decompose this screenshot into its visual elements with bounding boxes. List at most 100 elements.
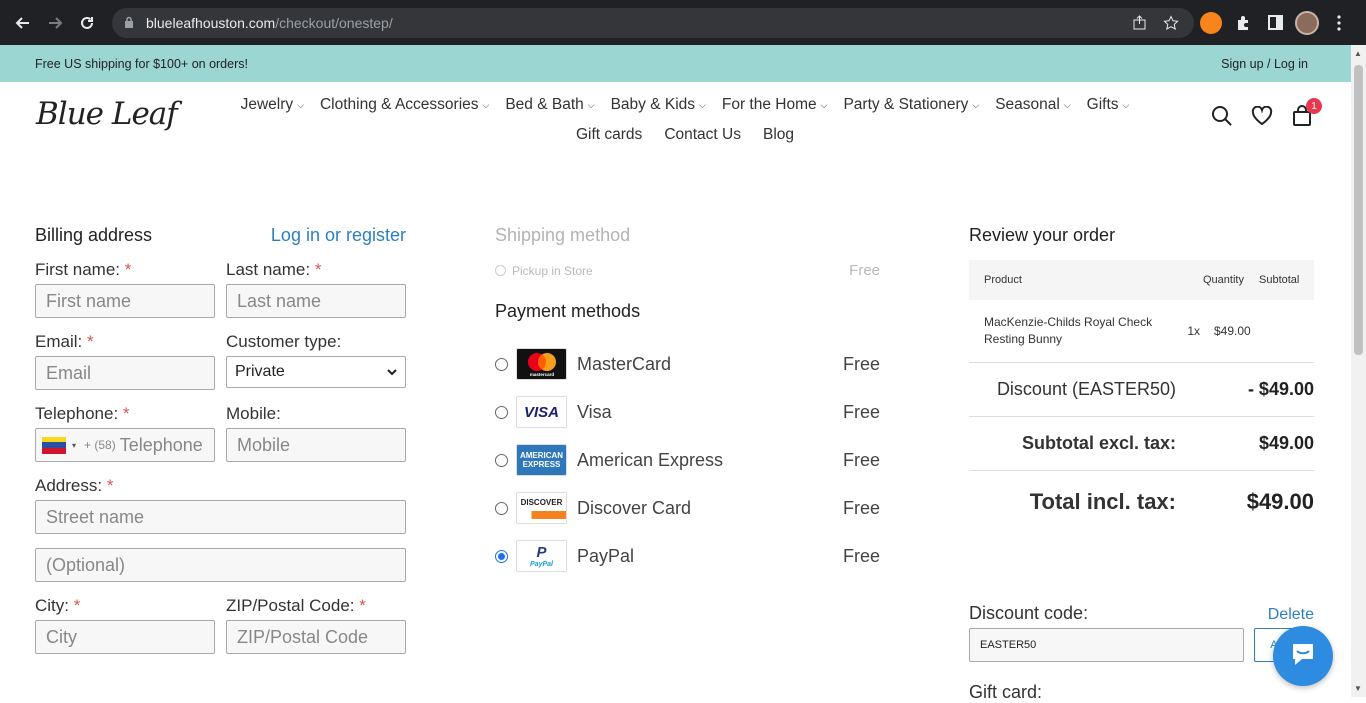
nav-jewelry[interactable]: Jewelry ⌵ — [233, 90, 312, 120]
chevron-down-icon: ⌵ — [1122, 100, 1130, 110]
telephone-placeholder: Telephone — [119, 434, 203, 455]
item-name[interactable]: MacKenzie-Childs Royal Check Resting Bun… — [984, 314, 1174, 348]
chevron-down-icon: ⌵ — [699, 100, 706, 110]
extensions-puzzle-icon[interactable] — [1228, 8, 1258, 38]
payment-option-mastercard[interactable]: mastercard MasterCard Free — [495, 340, 880, 388]
email-input[interactable]: Email — [35, 356, 215, 390]
page-scrollbar[interactable]: ▲ ▼ — [1351, 45, 1366, 697]
checkout-content: Billing address Log in or register First… — [0, 157, 1351, 702]
bookmark-star-icon[interactable] — [1160, 14, 1182, 31]
telephone-input[interactable]: ▾ + (58) Telephone — [35, 428, 215, 462]
shipping-option-pickup[interactable]: Pickup in Store Free — [495, 262, 880, 279]
signup-login-link[interactable]: Sign up / Log in — [1221, 57, 1308, 71]
payment-price: Free — [842, 497, 880, 518]
header-actions: 1 — [1210, 98, 1322, 128]
mobile-input[interactable]: Mobile — [226, 428, 406, 462]
scrollbar-thumb[interactable] — [1354, 65, 1363, 355]
address-bar[interactable]: blueleafhouston.com/checkout/onestep/ — [112, 7, 1194, 38]
payment-price: Free — [842, 449, 880, 470]
nav-bed-bath[interactable]: Bed & Bath ⌵ — [497, 90, 602, 120]
first-name-input[interactable]: First name — [35, 284, 215, 318]
nav-seasonal[interactable]: Seasonal ⌵ — [987, 90, 1078, 120]
mobile-label: Mobile: — [226, 404, 281, 423]
nav-clothing-accessories[interactable]: Clothing & Accessories ⌵ — [312, 90, 497, 120]
cart-bag-icon[interactable]: 1 — [1290, 98, 1322, 128]
subtotal-label: Subtotal excl. tax: — [1021, 433, 1176, 453]
amex-radio[interactable] — [495, 453, 508, 467]
nav-blog[interactable]: Blog — [752, 120, 805, 150]
last-name-label: Last name: * — [226, 260, 322, 279]
discount-row: Discount (EASTER50) - $49.00 — [969, 363, 1314, 417]
delete-discount-link[interactable]: Delete — [1268, 606, 1314, 624]
discount-code-label: Discount code: — [969, 603, 1089, 623]
forward-arrow-icon[interactable] — [42, 10, 68, 36]
venezuela-flag-icon[interactable] — [42, 436, 66, 454]
metamask-extension-icon[interactable] — [1196, 8, 1226, 38]
side-panel-icon[interactable] — [1260, 8, 1290, 38]
mastercard-logo-icon: mastercard — [516, 348, 567, 380]
payment-option-amex[interactable]: AMERICAN EXPRESS American Express Free — [495, 436, 880, 484]
chevron-down-icon: ▾ — [72, 440, 77, 450]
chevron-down-icon: ⌵ — [587, 100, 595, 110]
paypal-radio[interactable] — [495, 549, 508, 563]
scroll-down-arrow-icon[interactable]: ▼ — [1354, 684, 1362, 693]
payment-price: Free — [842, 353, 880, 374]
discount-label: Discount (EASTER50) — [996, 379, 1176, 399]
payment-option-discover[interactable]: DISCOVER Discover Card Free — [495, 484, 880, 532]
email-label: Email: * — [35, 332, 94, 351]
nav-gifts[interactable]: Gifts ⌵ — [1079, 90, 1138, 120]
reload-icon[interactable] — [74, 10, 100, 36]
chevron-down-icon: ⌵ — [820, 100, 828, 110]
free-shipping-text: Free US shipping for $100+ on orders! — [35, 56, 248, 71]
zip-input[interactable]: ZIP/Postal Code — [226, 620, 406, 654]
nav-gift-cards[interactable]: Gift cards — [565, 120, 653, 150]
chevron-down-icon: ⌵ — [972, 100, 980, 110]
first-name-label: First name: * — [35, 260, 132, 279]
payment-name: Discover Card — [577, 497, 692, 518]
zip-label: ZIP/Postal Code: * — [226, 596, 366, 615]
telephone-label: Telephone: * — [35, 404, 130, 423]
visa-radio[interactable] — [495, 405, 508, 419]
street-name-input[interactable]: Street name — [35, 500, 406, 534]
payment-price: Free — [842, 401, 880, 422]
profile-avatar[interactable] — [1292, 8, 1322, 38]
gift-card-label: Gift card: — [969, 682, 1043, 702]
scroll-up-arrow-icon[interactable]: ▲ — [1354, 49, 1362, 58]
lock-icon — [124, 16, 136, 30]
payment-methods-title: Payment methods — [495, 301, 641, 321]
order-table-header: Product Quantity Subtotal — [969, 260, 1314, 300]
mastercard-radio[interactable] — [495, 357, 508, 371]
customer-type-label: Customer type: — [226, 332, 342, 351]
nav-contact-us[interactable]: Contact Us — [653, 120, 752, 150]
shipping-method-title: Shipping method — [495, 225, 631, 245]
back-arrow-icon[interactable] — [10, 10, 36, 36]
blue-leaf-logo[interactable]: Blue Leaf — [36, 96, 178, 132]
kebab-menu-icon[interactable] — [1324, 8, 1354, 38]
chat-widget-button[interactable] — [1273, 626, 1333, 686]
wishlist-heart-icon[interactable] — [1250, 104, 1274, 128]
address-optional-input[interactable]: (Optional) — [35, 548, 406, 582]
total-label: Total incl. tax: — [1029, 489, 1176, 514]
order-item-row: MacKenzie-Childs Royal Check Resting Bun… — [969, 300, 1314, 363]
pickup-radio[interactable] — [495, 265, 506, 276]
city-input[interactable]: City — [35, 620, 215, 654]
payment-option-paypal[interactable]: P PayPal PayPal Free — [495, 532, 880, 580]
customer-type-select[interactable]: Private — [226, 356, 406, 388]
amex-logo-icon: AMERICAN EXPRESS — [516, 444, 567, 476]
last-name-input[interactable]: Last name — [226, 284, 406, 318]
review-order-title: Review your order — [969, 225, 1116, 245]
url-path: /checkout/onestep/ — [275, 14, 393, 31]
nav-baby-kids[interactable]: Baby & Kids ⌵ — [603, 90, 714, 120]
discover-radio[interactable] — [495, 501, 508, 515]
chevron-down-icon — [387, 363, 397, 381]
announcement-bar: Free US shipping for $100+ on orders! Si… — [0, 45, 1366, 82]
discount-code-input[interactable]: EASTER50 — [969, 628, 1244, 662]
share-icon[interactable] — [1128, 15, 1150, 30]
payment-option-visa[interactable]: VISA Visa Free — [495, 388, 880, 436]
login-register-link[interactable]: Log in or register — [271, 225, 406, 246]
main-navigation: Jewelry ⌵ Clothing & Accessories ⌵ Bed & B… — [180, 90, 1190, 150]
shipping-payment-section: Shipping method Pickup in Store Free Pay… — [495, 225, 880, 580]
nav-party-stationery[interactable]: Party & Stationery ⌵ — [835, 90, 987, 120]
nav-for-the-home[interactable]: For the Home ⌵ — [714, 90, 836, 120]
search-icon[interactable] — [1210, 104, 1234, 128]
